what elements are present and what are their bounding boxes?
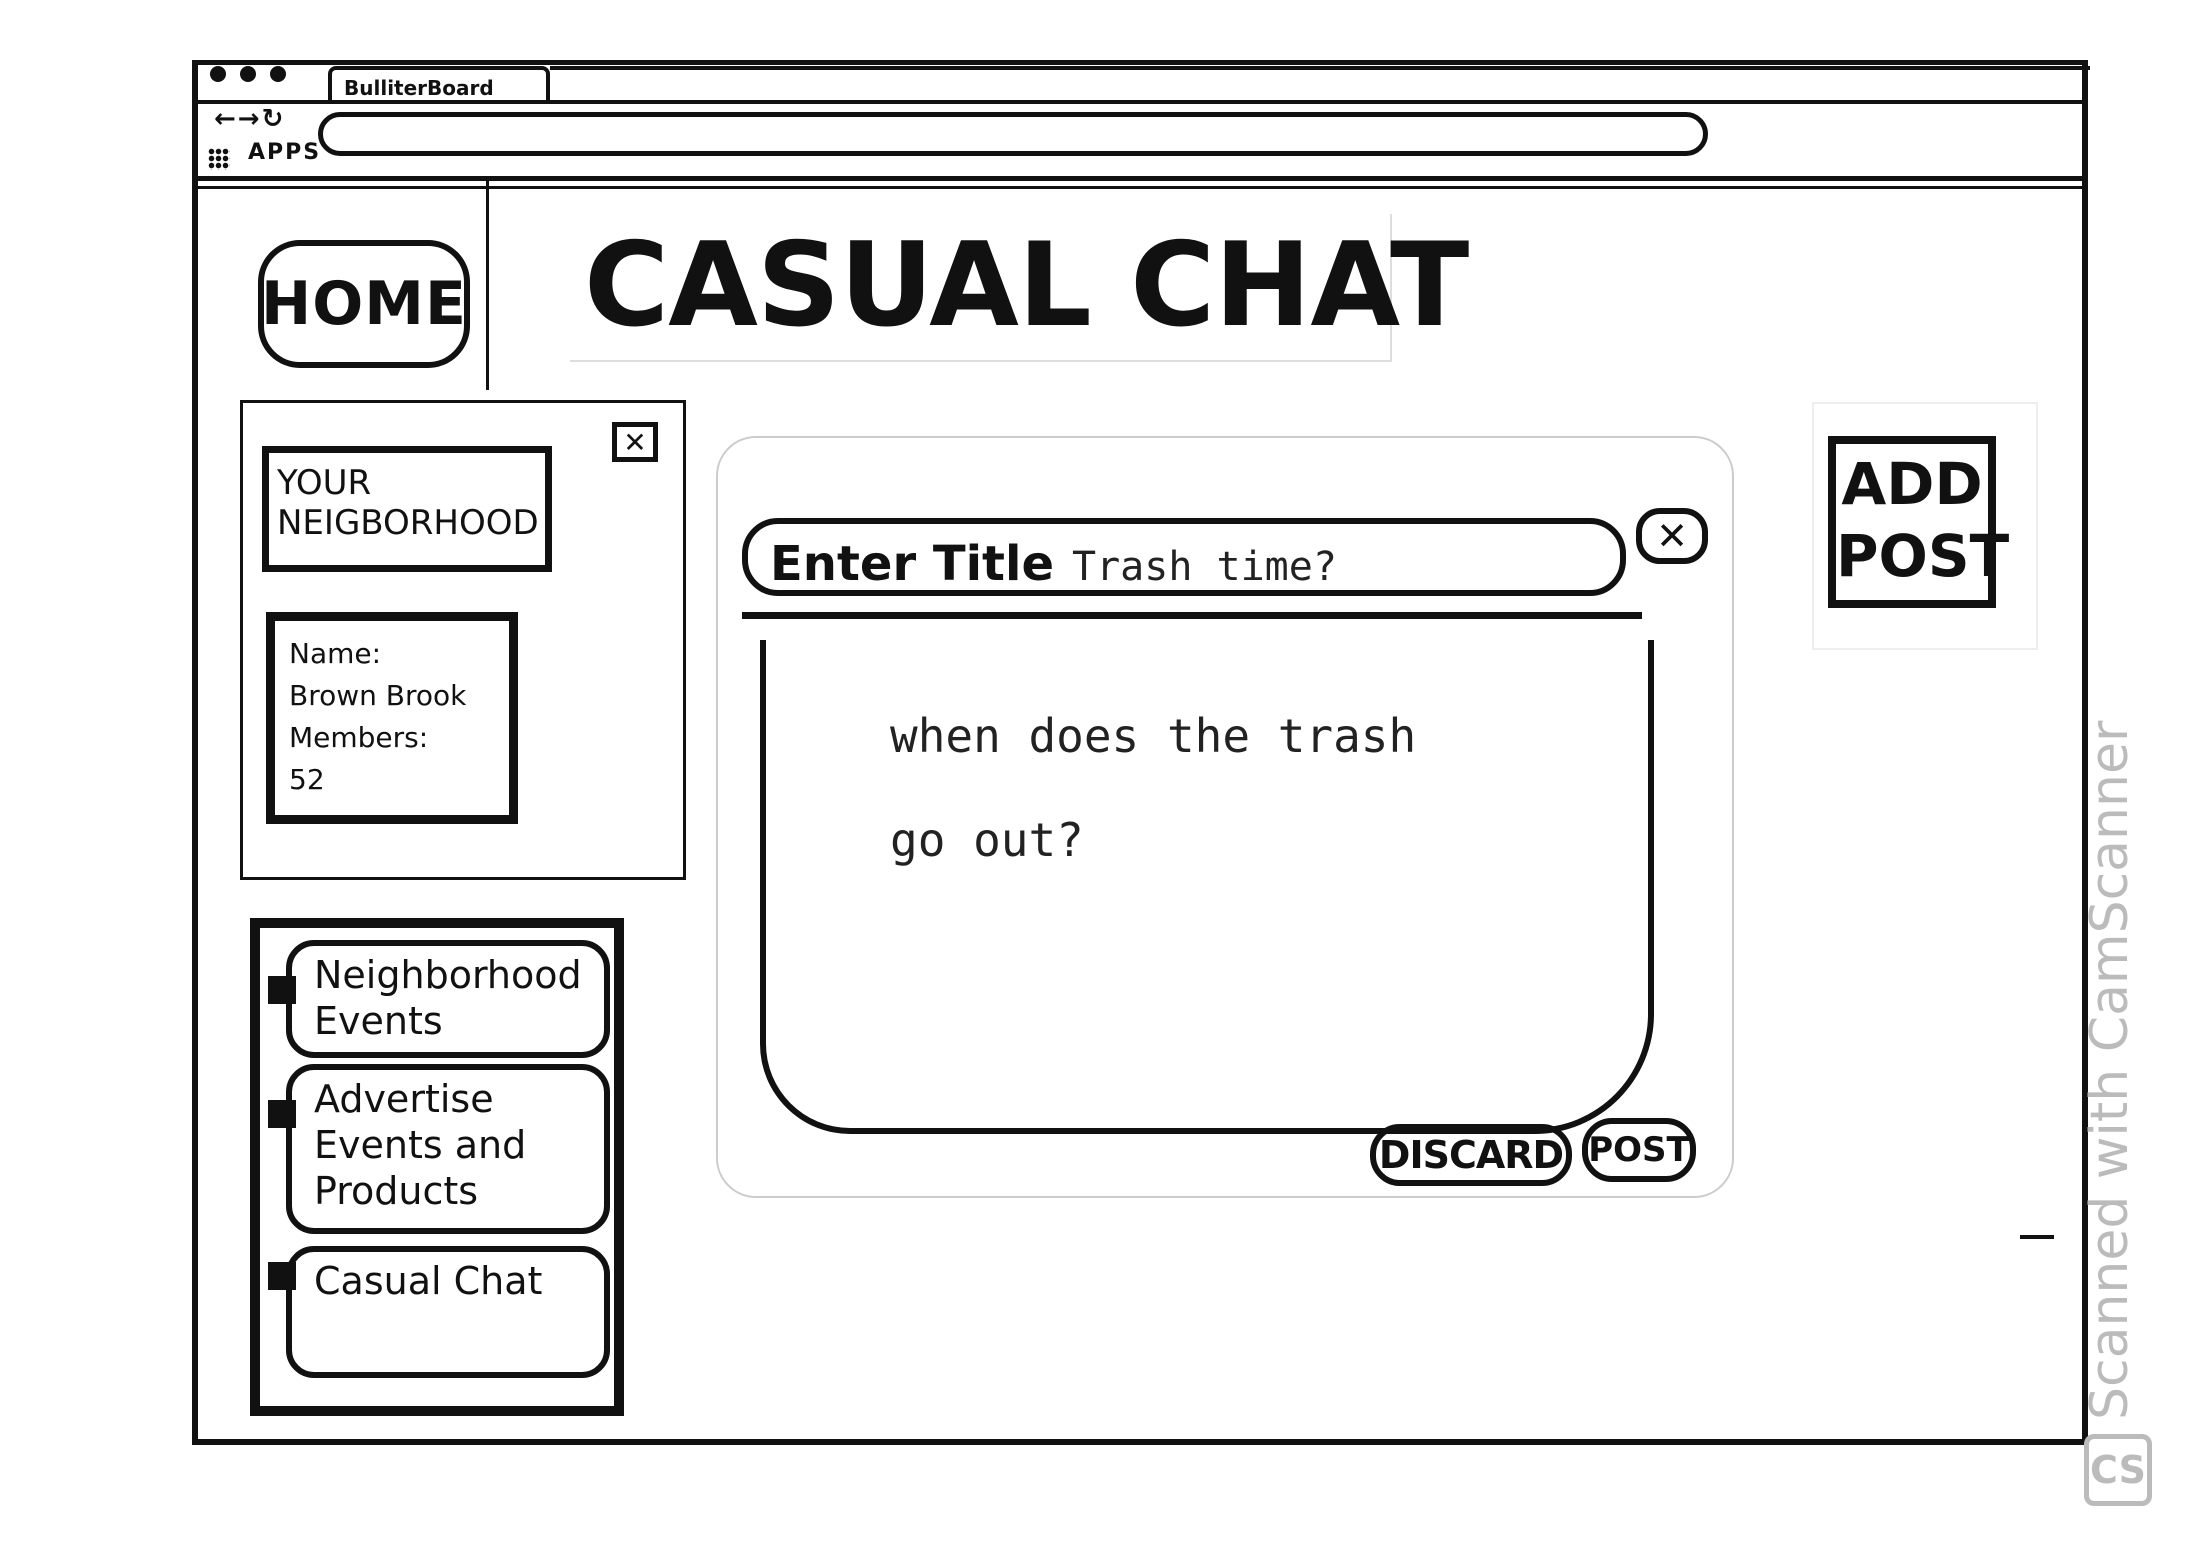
tab-strip [550, 66, 2090, 96]
toolbar-divider [192, 176, 2088, 181]
nav-buttons[interactable]: ←→↻ [214, 104, 285, 134]
members-label: Members: [289, 721, 429, 754]
members-value: 52 [289, 763, 325, 796]
post-title-input[interactable]: Enter Title Trash time? [742, 518, 1626, 596]
discard-button-label: DISCARD [1378, 1133, 1564, 1177]
close-icon: ✕ [623, 425, 647, 459]
name-label: Name: [289, 637, 382, 670]
browser-tab-title: BulliterBoard [344, 76, 494, 100]
neighborhood-close-button[interactable]: ✕ [612, 422, 658, 462]
back-forward-reload-icons[interactable]: ←→↻ [214, 104, 285, 134]
post-title-value[interactable]: Trash time? [1072, 544, 1337, 590]
nav-item-neighborhood-events[interactable]: Neighborhood Events [286, 940, 610, 1058]
post-body-textarea[interactable]: when does the trash go out? [760, 640, 1654, 1134]
toolbar-divider-inner [192, 186, 2088, 189]
page-title: CASUAL CHAT [584, 218, 1469, 353]
window-minimize-dot[interactable] [240, 66, 256, 82]
edge-tick-mark [2020, 1235, 2054, 1239]
discard-button[interactable]: DISCARD [1370, 1124, 1572, 1186]
dialog-close-button[interactable]: ✕ [1636, 508, 1708, 564]
name-value: Brown Brook [289, 679, 467, 712]
address-bar[interactable] [318, 112, 1708, 156]
camscanner-logo-icon: CS [2084, 1434, 2152, 1506]
browser-tab[interactable]: BulliterBoard [328, 66, 550, 102]
scanner-watermark: Scanned with CamScanner [2080, 720, 2140, 1420]
close-icon: ✕ [1656, 514, 1688, 558]
title-divider [742, 612, 1642, 619]
post-button[interactable]: POST [1582, 1118, 1696, 1182]
post-button-label: POST [1588, 1130, 1690, 1170]
nav-item-advertise-events[interactable]: Advertise Events and Products [286, 1064, 610, 1234]
apps-bookmark-label[interactable]: APPS [248, 140, 321, 165]
nav-item-label: Advertise Events and Products [314, 1077, 527, 1213]
post-title-label: Enter Title [770, 536, 1054, 592]
window-maximize-dot[interactable] [270, 66, 286, 82]
add-post-button[interactable]: ADD POST [1828, 436, 2009, 608]
neighborhood-header: YOUR NEIGBORHOOD [262, 446, 552, 572]
neighborhood-info: Name: Brown Brook Members: 52 [266, 612, 518, 824]
home-button-label: HOME [261, 269, 467, 339]
apps-grid-icon[interactable] [208, 148, 230, 170]
window-close-dot[interactable] [210, 66, 226, 82]
nav-item-label: Neighborhood Events [314, 953, 582, 1043]
nav-item-label: Casual Chat [314, 1259, 543, 1303]
nav-item-casual-chat[interactable]: Casual Chat [286, 1246, 610, 1378]
home-divider [486, 180, 489, 390]
home-button[interactable]: HOME [258, 240, 470, 368]
